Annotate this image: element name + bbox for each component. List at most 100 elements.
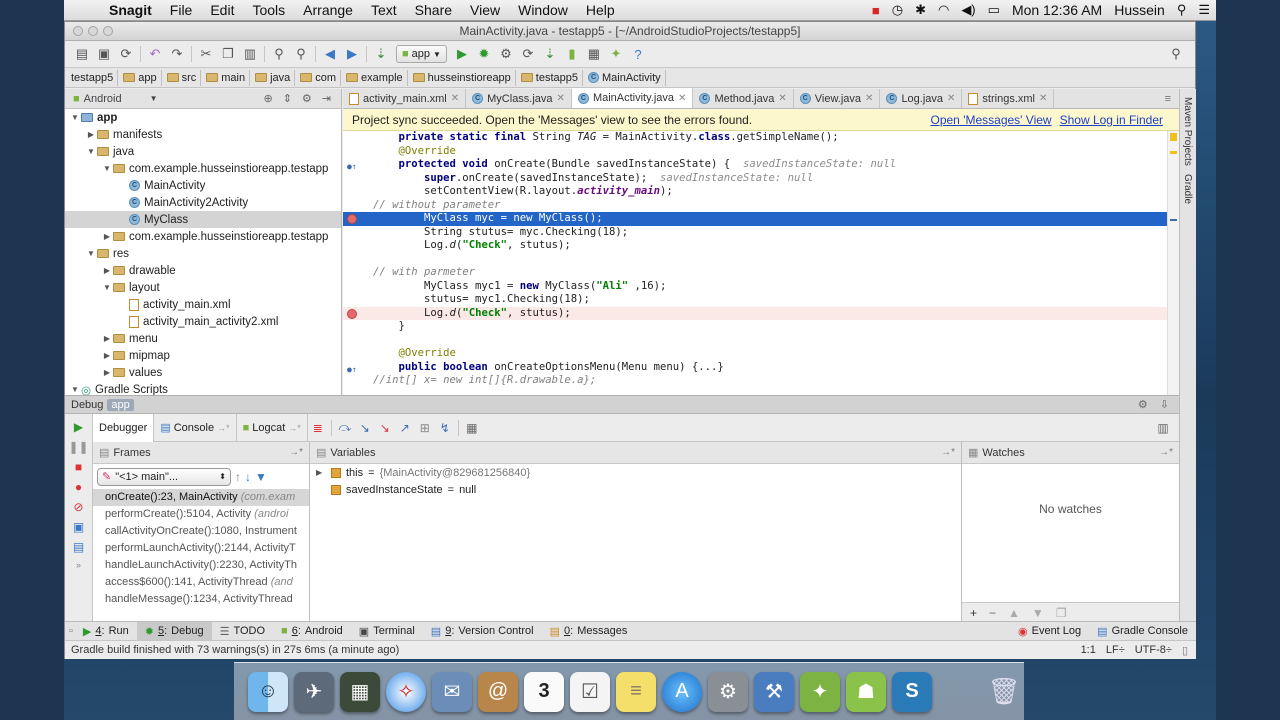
error-stripe[interactable]: [1167, 131, 1179, 395]
find-icon[interactable]: ⚲: [268, 44, 290, 64]
menu-file[interactable]: File: [161, 2, 202, 18]
make-project-icon[interactable]: ⇣: [370, 44, 392, 64]
android-studio-icon[interactable]: ✦: [800, 671, 840, 712]
menu-help[interactable]: Help: [577, 2, 624, 18]
tool-tab-debug[interactable]: ✹ 5: Debug: [136, 621, 212, 641]
stack-frame[interactable]: access$600():141, ActivityThread (and: [93, 574, 309, 591]
expanded-arrow-icon[interactable]: ▼: [85, 147, 97, 156]
tool-tab-gradle-console[interactable]: ▤ Gradle Console: [1089, 622, 1196, 641]
close-tab-icon[interactable]: ✕: [678, 93, 686, 104]
code-line[interactable]: [343, 253, 1179, 267]
mute-breakpoints-icon[interactable]: ⊘: [73, 500, 83, 514]
editor-tab[interactable]: C Method.java ✕: [693, 89, 794, 108]
menu-share[interactable]: Share: [406, 2, 461, 18]
spotlight-icon[interactable]: ⚲: [1171, 2, 1193, 18]
code-line[interactable]: @Override: [343, 145, 1179, 159]
maven-projects-tab[interactable]: Maven Projects: [1182, 97, 1193, 166]
breadcrumb-item[interactable]: husseinstioreapp: [411, 69, 516, 86]
tree-item[interactable]: ▶ mipmap: [65, 347, 341, 364]
scroll-from-source-icon[interactable]: ⊕: [263, 92, 272, 105]
status-message[interactable]: Gradle build finished with 73 warnings(s…: [71, 644, 399, 656]
android-icon[interactable]: ☗: [846, 671, 886, 712]
close-tab-icon[interactable]: ✕: [947, 93, 955, 104]
collapsed-arrow-icon[interactable]: ▶: [101, 334, 113, 343]
gradle-tab[interactable]: Gradle: [1182, 174, 1193, 204]
lock-icon[interactable]: ▯: [1182, 644, 1188, 657]
app-store-icon[interactable]: A: [662, 671, 702, 712]
tree-item[interactable]: C MainActivity: [65, 177, 341, 194]
tree-item[interactable]: ▼ java: [65, 143, 341, 160]
force-step-into-icon[interactable]: ↘: [375, 421, 395, 435]
calendar-icon[interactable]: 3: [524, 671, 564, 712]
menu-app[interactable]: Snagit: [100, 2, 161, 18]
stack-frame[interactable]: handleLaunchActivity():2230, ActivityTh: [93, 557, 309, 574]
bluetooth-icon[interactable]: ✱: [909, 2, 932, 18]
view-breakpoints-icon[interactable]: ●: [75, 480, 82, 494]
code-line[interactable]: setContentView(R.layout.activity_main);: [343, 185, 1179, 199]
breadcrumb-item[interactable]: com: [298, 69, 342, 86]
gear-icon[interactable]: ⚙: [1138, 398, 1148, 411]
wifi-icon[interactable]: ◠: [932, 2, 955, 18]
android-device-icon[interactable]: ✦: [605, 44, 627, 64]
collapsed-arrow-icon[interactable]: ▶: [85, 130, 97, 139]
tab-console[interactable]: ▤ Console →*: [154, 413, 237, 442]
breakpoint-icon[interactable]: [347, 308, 357, 319]
contacts-icon[interactable]: @: [478, 671, 518, 712]
step-over-icon[interactable]: ⤼: [335, 420, 355, 435]
tree-item[interactable]: ▼ res: [65, 245, 341, 262]
user-name[interactable]: Hussein: [1108, 2, 1171, 18]
collapsed-arrow-icon[interactable]: ▶: [101, 368, 113, 377]
close-tab-icon[interactable]: ✕: [865, 93, 873, 104]
breadcrumb-item[interactable]: src: [165, 69, 202, 86]
menu-window[interactable]: Window: [509, 2, 577, 18]
collapsed-arrow-icon[interactable]: ▶: [101, 266, 113, 275]
resume-icon[interactable]: ▶: [74, 420, 83, 434]
stack-frame[interactable]: callActivityOnCreate():1080, Instrument: [93, 523, 309, 540]
code-line[interactable]: ●↑ public boolean onCreateOptionsMenu(Me…: [343, 361, 1179, 375]
breadcrumb-item[interactable]: example: [344, 69, 408, 86]
menu-arrange[interactable]: Arrange: [294, 2, 362, 18]
tab-logcat[interactable]: ■ Logcat →*: [237, 413, 308, 442]
code-line[interactable]: [343, 334, 1179, 348]
record-icon[interactable]: ■: [866, 3, 886, 18]
pause-icon[interactable]: ❚❚: [68, 440, 88, 454]
stack-frame[interactable]: performLaunchActivity():2144, ActivityT: [93, 540, 309, 557]
tool-tab-event-log[interactable]: ◉ Event Log: [1010, 622, 1089, 641]
arrow-up-icon[interactable]: ↑: [235, 470, 241, 484]
expanded-arrow-icon[interactable]: ▼: [69, 113, 81, 122]
tab-list-icon[interactable]: ≡: [1157, 93, 1179, 108]
breakpoint-icon[interactable]: [347, 214, 357, 224]
battery-icon[interactable]: ▭: [982, 2, 1006, 18]
breadcrumb-item[interactable]: java: [253, 69, 296, 86]
tab-debugger[interactable]: Debugger: [93, 413, 155, 442]
attach-debugger-icon[interactable]: ⚙: [495, 44, 517, 64]
volume-icon[interactable]: ◀): [955, 2, 981, 18]
code-line[interactable]: MyClass myc1 = new MyClass("Ali" ,16);: [343, 280, 1179, 294]
code-line[interactable]: String stutus= myc.Checking(18);: [343, 226, 1179, 240]
step-out-icon[interactable]: ↗: [395, 421, 415, 435]
stop-icon[interactable]: ⟳: [517, 44, 539, 64]
close-tab-icon[interactable]: ✕: [1039, 93, 1047, 104]
collapse-all-icon[interactable]: ⇕: [283, 92, 292, 105]
close-tab-icon[interactable]: ✕: [778, 93, 786, 104]
safari-icon[interactable]: ✧: [386, 671, 426, 712]
move-down-icon[interactable]: ▼: [1032, 606, 1044, 620]
hide-panel-icon[interactable]: ⇩: [1160, 398, 1169, 411]
tree-item[interactable]: ▼ com.example.husseinstioreapp.testapp: [65, 160, 341, 177]
menu-view[interactable]: View: [461, 2, 509, 18]
undo-icon[interactable]: ↶: [144, 44, 166, 64]
tool-tab-run[interactable]: ▶ 4: Run: [75, 622, 137, 641]
stop-icon[interactable]: ■: [75, 460, 82, 474]
editor-tab[interactable]: C Log.java ✕: [880, 89, 963, 108]
editor-tab[interactable]: activity_main.xml ✕: [343, 89, 467, 108]
debug-config-label[interactable]: app: [107, 398, 134, 411]
redo-icon[interactable]: ↷: [166, 44, 188, 64]
tree-item[interactable]: ▼ layout: [65, 279, 341, 296]
add-watch-icon[interactable]: +: [970, 606, 977, 620]
variable-row[interactable]: savedInstanceState = null: [310, 481, 961, 498]
code-area[interactable]: private static final String TAG = MainAc…: [343, 131, 1179, 395]
breadcrumb-item[interactable]: testapp5: [519, 69, 583, 86]
camera-icon[interactable]: ▣: [73, 520, 84, 534]
tree-item[interactable]: ▶ manifests: [65, 126, 341, 143]
tree-item[interactable]: activity_main_activity2.xml: [65, 313, 341, 330]
